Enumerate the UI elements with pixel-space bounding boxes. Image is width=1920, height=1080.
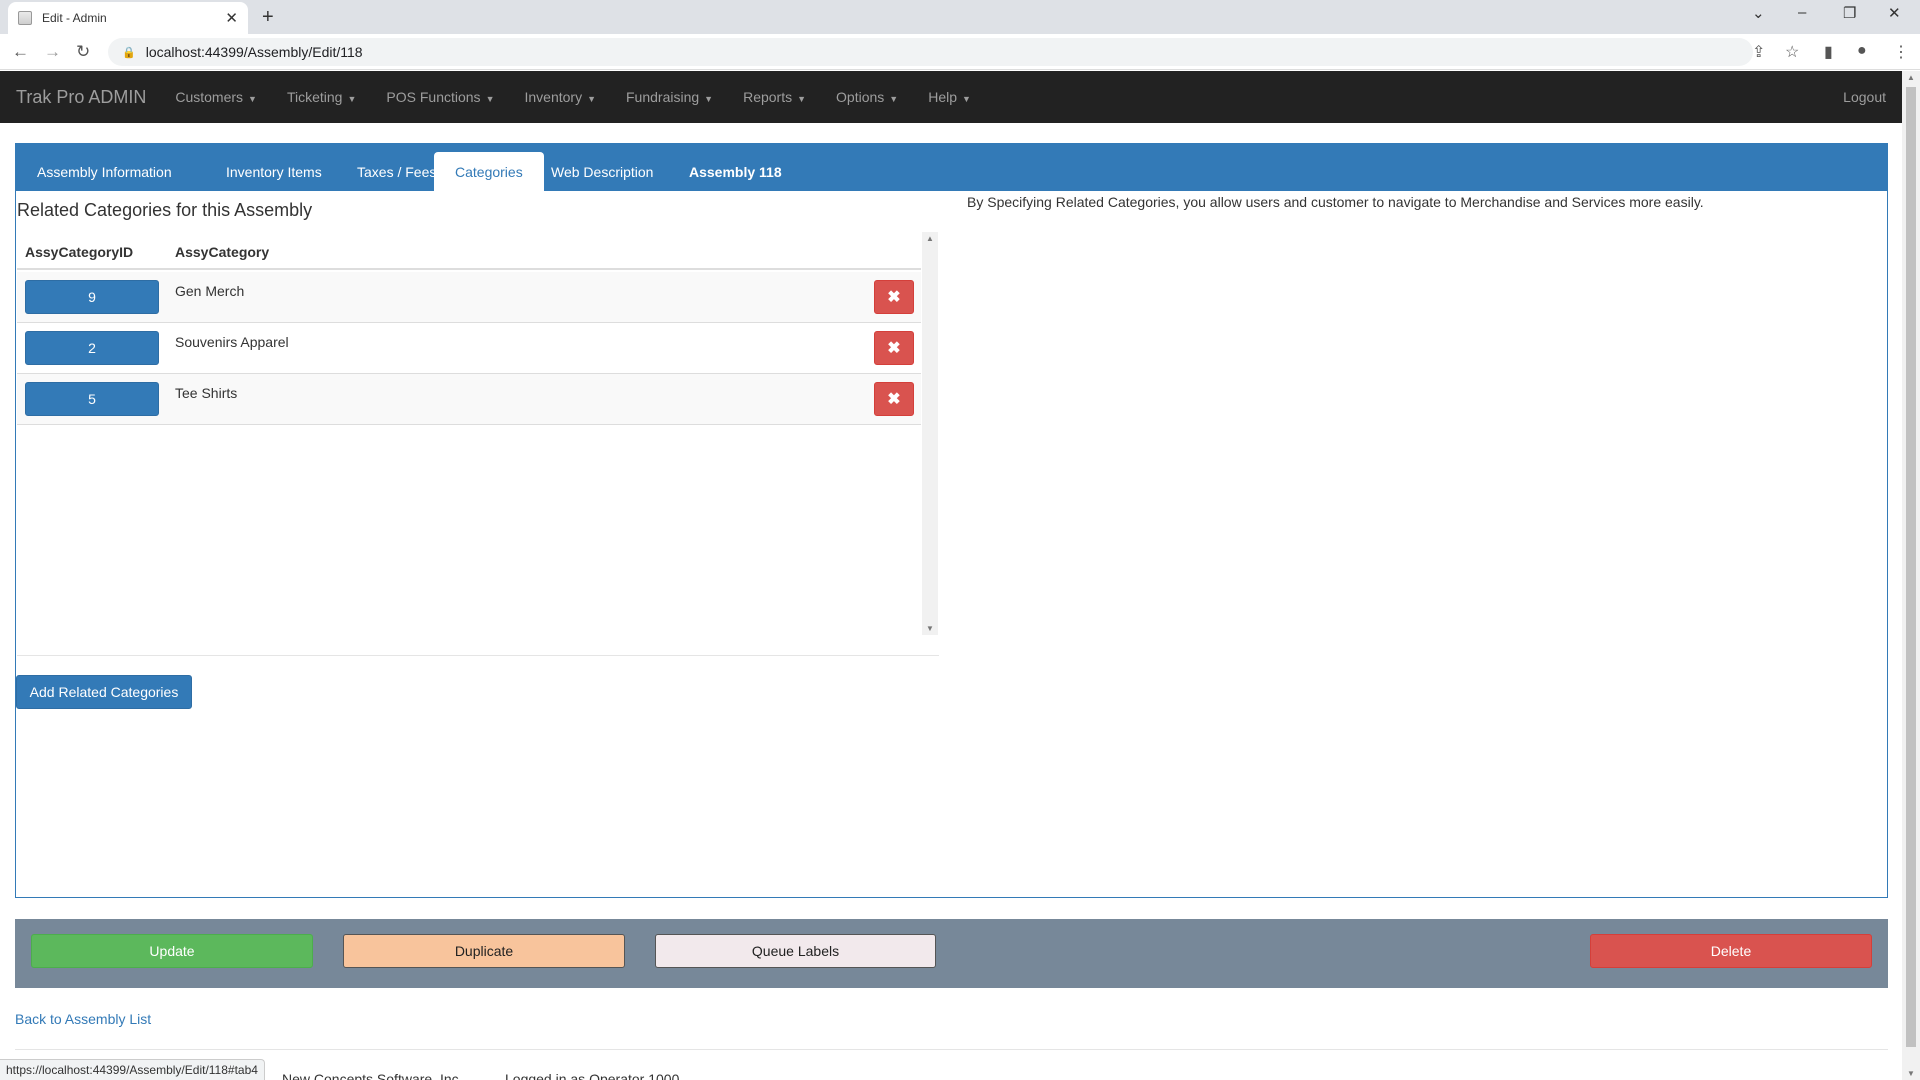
caret-down-icon: ▼ [347, 94, 357, 104]
scroll-down-icon[interactable]: ▼ [926, 624, 934, 633]
tab-assembly-118[interactable]: Assembly 118 [668, 152, 803, 191]
category-name: Souvenirs Apparel [175, 334, 289, 350]
tab-categories[interactable]: Categories [434, 152, 544, 191]
table-row: 2 Souvenirs Apparel ✖ [17, 323, 921, 374]
nav-inventory[interactable]: Inventory ▼ [509, 89, 611, 105]
remove-category-button[interactable]: ✖ [874, 280, 914, 314]
caret-down-icon: ▼ [248, 94, 257, 104]
caret-down-icon: ▼ [889, 94, 899, 104]
page-scrollbar[interactable]: ▲ ▼ [1902, 71, 1920, 1080]
nav-fundraising[interactable]: Fundraising ▼ [611, 89, 728, 105]
add-related-categories-button[interactable]: Add Related Categories [16, 675, 192, 709]
nav-customers-label: Customers [175, 89, 244, 105]
section-title: Related Categories for this Assembly [17, 200, 313, 220]
caret-down-icon: ▼ [704, 94, 714, 104]
scrollbar-thumb[interactable] [1906, 87, 1916, 1047]
forward-icon[interactable]: → [44, 42, 61, 62]
grid-scrollbar[interactable]: ▲ ▼ [922, 232, 938, 635]
url-text: localhost:44399/Assembly/Edit/118 [145, 44, 363, 60]
logout-link[interactable]: Logout [1843, 89, 1886, 105]
nav-ticketing-label: Ticketing [286, 89, 343, 105]
duplicate-button[interactable]: Duplicate [343, 934, 625, 968]
scroll-up-icon[interactable]: ▲ [926, 234, 934, 243]
status-url-tooltip: https://localhost:44399/Assembly/Edit/11… [0, 1059, 265, 1080]
nav-help[interactable]: Help ▼ [913, 89, 986, 105]
column-header-category: AssyCategory [175, 244, 270, 260]
remove-category-button[interactable]: ✖ [874, 331, 914, 365]
category-id-button[interactable]: 2 [25, 331, 159, 365]
nav-inventory-label: Inventory [524, 89, 583, 105]
category-name: Gen Merch [175, 283, 245, 299]
caret-down-icon: ▼ [587, 94, 596, 104]
remove-icon: ✖ [887, 340, 901, 357]
table-row: 9 Gen Merch ✖ [17, 272, 921, 323]
remove-icon: ✖ [887, 391, 901, 408]
profile-icon[interactable]: ● [1857, 42, 1867, 60]
column-header-id: AssyCategoryID [25, 244, 134, 260]
remove-icon: ✖ [887, 289, 901, 306]
nav-fundraising-label: Fundraising [626, 89, 700, 105]
share-icon[interactable]: ⇪ [1752, 42, 1765, 62]
tab-inventory-items[interactable]: Inventory Items [205, 152, 343, 191]
side-panel-icon[interactable]: ▮ [1824, 42, 1833, 62]
url-input[interactable]: 🔒 localhost:44399/Assembly/Edit/118 [108, 38, 1753, 66]
bookmark-star-icon[interactable]: ☆ [1785, 42, 1799, 62]
category-id-button[interactable]: 5 [25, 382, 159, 416]
caret-down-icon: ▼ [962, 94, 971, 104]
tab-search-icon[interactable]: ⌄ [1752, 4, 1765, 22]
brand-link[interactable]: Trak Pro ADMIN [16, 87, 146, 108]
nav-pos-functions-label: POS Functions [386, 89, 481, 105]
tab-assembly-information[interactable]: Assembly Information [16, 152, 193, 191]
nav-options[interactable]: Options ▼ [821, 89, 913, 105]
categories-description: By Specifying Related Categories, you al… [967, 194, 1704, 210]
scroll-down-icon[interactable]: ▼ [1907, 1069, 1915, 1078]
caret-down-icon: ▼ [485, 94, 495, 104]
divider [17, 655, 939, 656]
lock-icon: 🔒 [122, 46, 136, 59]
back-to-assembly-list-link[interactable]: Back to Assembly List [15, 1011, 151, 1027]
category-id-button[interactable]: 9 [25, 280, 159, 314]
tab-bar: Assembly Information Inventory Items Tax… [16, 144, 1887, 191]
table-row: 5 Tee Shirts ✖ [17, 374, 921, 425]
nav-options-label: Options [836, 89, 885, 105]
app-navbar: Trak Pro ADMIN Customers ▼ Ticketing ▼ POS… [0, 71, 1902, 123]
maximize-icon[interactable]: ❐ [1843, 4, 1856, 22]
browser-tab-title: Edit - Admin [42, 11, 107, 25]
nav-ticketing[interactable]: Ticketing ▼ [272, 89, 371, 105]
address-bar: ← → ↻ 🔒 localhost:44399/Assembly/Edit/11… [0, 34, 1920, 70]
browser-tabstrip: Edit - Admin ✕ + ⌄ – ❐ ✕ [0, 0, 1920, 34]
caret-down-icon: ▼ [797, 94, 807, 104]
nav-reports[interactable]: Reports ▼ [728, 89, 821, 105]
footer-login: Logged in as Operator 1000 [505, 1071, 680, 1080]
page-favicon-icon [18, 11, 32, 25]
action-bar: Update Duplicate Queue Labels Delete [15, 919, 1888, 988]
queue-labels-button[interactable]: Queue Labels [655, 934, 936, 968]
footer-company: New Concepts Software, Inc. [282, 1071, 463, 1080]
close-window-icon[interactable]: ✕ [1888, 4, 1901, 22]
remove-category-button[interactable]: ✖ [874, 382, 914, 416]
reload-icon[interactable]: ↻ [76, 42, 90, 62]
nav-pos-functions[interactable]: POS Functions ▼ [371, 89, 509, 105]
close-tab-icon[interactable]: ✕ [225, 9, 238, 27]
back-icon[interactable]: ← [12, 42, 29, 62]
category-name: Tee Shirts [175, 385, 238, 401]
assembly-edit-panel: Assembly Information Inventory Items Tax… [15, 143, 1888, 898]
tab-web-description[interactable]: Web Description [530, 152, 674, 191]
browser-tab[interactable]: Edit - Admin ✕ [8, 2, 248, 34]
minimize-icon[interactable]: – [1798, 4, 1806, 21]
scroll-up-icon[interactable]: ▲ [1907, 73, 1915, 82]
browser-menu-icon[interactable]: ⋮ [1893, 42, 1909, 62]
delete-button[interactable]: Delete [1590, 934, 1872, 968]
nav-reports-label: Reports [743, 89, 793, 105]
nav-customers[interactable]: Customers ▼ [160, 89, 272, 105]
footer-divider [15, 1049, 1888, 1050]
categories-grid: AssyCategoryID AssyCategory 9 Gen Merch … [17, 232, 939, 635]
grid-header: AssyCategoryID AssyCategory [17, 232, 921, 270]
nav-help-label: Help [928, 89, 957, 105]
new-tab-icon[interactable]: + [262, 6, 274, 29]
update-button[interactable]: Update [31, 934, 313, 968]
